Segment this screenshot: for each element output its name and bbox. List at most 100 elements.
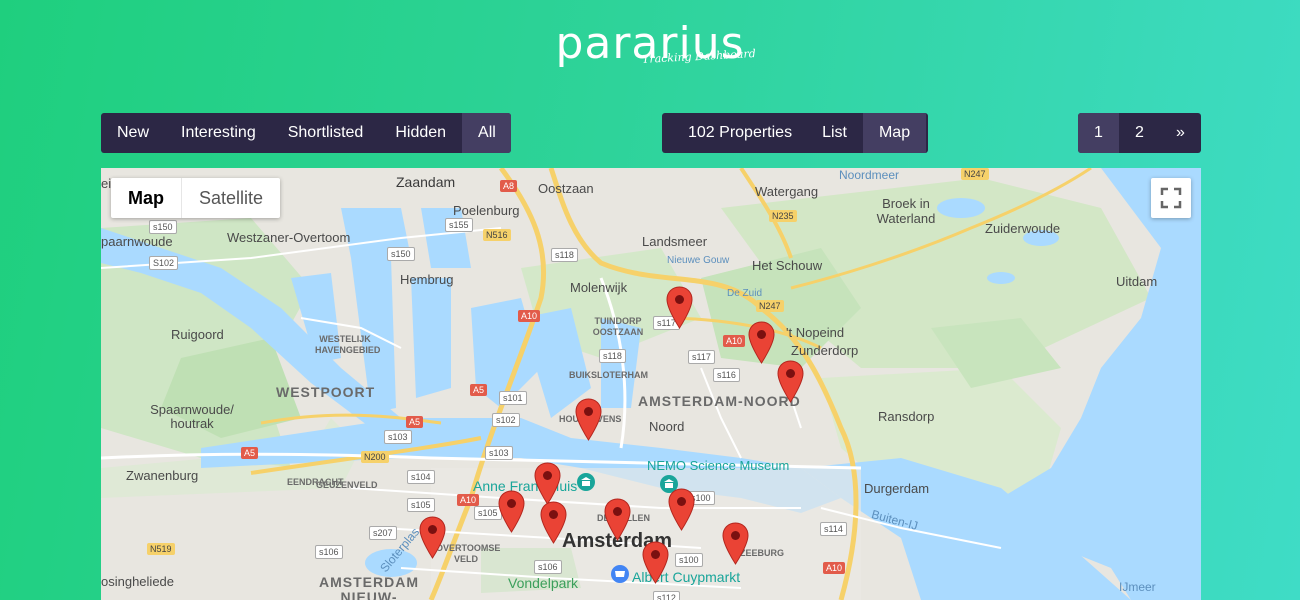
map-label-poelenburg: Poelenburg [453,203,520,218]
map-label-watergang: Watergang [755,184,819,199]
road-shield: s103 [485,446,513,460]
road-shield: s112 [653,591,680,600]
map-label-landsmeer: Landsmeer [642,234,708,249]
map-label-vondelpark: Vondelpark [508,575,579,591]
page-1-button[interactable]: 1 [1078,113,1119,153]
properties-count: 102 Properties [688,124,793,141]
map-view[interactable]: Map Satellite Zaandam Oostzaan Watergang… [101,168,1201,600]
property-pin[interactable] [498,490,525,533]
road-shield: N247 [756,300,784,312]
road-shield: A10 [723,335,746,347]
map-label-westelijk: WESTELIJK HAVENGEBIED [315,334,381,355]
map-label-noordmeer: Noordmeer [839,168,900,182]
filter-all[interactable]: All [462,113,511,153]
road-shield: N247 [961,168,989,180]
road-shield: s207 [369,526,397,540]
map-label-westpoort: WESTPOORT [276,384,376,400]
road-shield: s104 [407,470,435,484]
road-shield: A10 [518,310,541,322]
road-shield: N200 [361,451,389,463]
map-label-de-zuid: De Zuid [727,288,763,299]
property-pin[interactable] [666,286,693,329]
map-label-ijmeer: IJmeer [1119,580,1156,594]
road-shield: s106 [315,545,343,559]
road-shield: s106 [534,560,562,574]
road-shield: s100 [675,553,703,567]
map-label-zuiderwoude: Zuiderwoude [985,221,1061,236]
map-label-anne-frank: Anne Frank Huis [473,478,578,494]
map-label-amsterdam-nw: AMSTERDAM NIEUW-WEST [319,574,419,600]
map-label-spaarnwoude: Spaarnwoude/ houtrak [150,402,234,431]
view-group: 102 Properties List Map [662,113,928,153]
map-label-nopeind: 't Nopeind [786,325,845,340]
property-pin[interactable] [534,462,561,505]
road-shield: A10 [457,494,480,506]
road-shield: N235 [769,210,797,222]
road-shield: A5 [241,447,259,459]
map-label-buiksloterham: BUIKSLOTERHAM [569,370,648,380]
map-label-molenwijk: Molenwijk [570,280,628,295]
page-2-button[interactable]: 2 [1119,113,1160,153]
filter-new[interactable]: New [101,113,165,153]
road-shield: S102 [149,256,179,270]
property-pin[interactable] [642,541,669,584]
shopping-icon [611,565,629,583]
map-type-control: Map Satellite [111,178,281,218]
next-page-button[interactable]: » [1160,113,1201,153]
map-label-zunderdorp: Zunderdorp [791,343,859,358]
property-pin[interactable] [575,398,602,441]
property-pin[interactable] [777,360,804,403]
map-label-broek: Broek in Waterland [876,196,936,226]
map-label-uitdam: Uitdam [1116,274,1158,289]
filter-group: New Interesting Shortlisted Hidden All [101,113,511,153]
property-pin[interactable] [748,321,775,364]
property-pin[interactable] [668,488,695,531]
road-shield: A10 [823,562,846,574]
road-shield: s101 [499,391,527,405]
road-shield: s116 [713,368,740,382]
map-label-het-schouw: Het Schouw [752,258,823,273]
property-pin[interactable] [722,522,749,565]
map-label-ransdorp: Ransdorp [878,409,935,424]
map-label-oostzaan: Oostzaan [538,181,594,196]
property-pin[interactable] [540,501,567,544]
map-label-westzaner: Westzaner-Overtoom [227,230,351,245]
map-label-ruigoord: Ruigoord [171,327,224,342]
map-label-nemo: NEMO Science Museum [647,458,790,473]
map-type-map-button[interactable]: Map [111,178,181,218]
map-label-zaandam: Zaandam [396,174,456,190]
road-shield: s118 [599,349,626,363]
map-type-satellite-button[interactable]: Satellite [182,178,280,218]
road-shield: N516 [483,229,511,241]
map-label-noord: Noord [649,419,685,434]
view-list-button[interactable]: List [806,113,863,153]
map-label-zwanenburg: Zwanenburg [126,468,199,483]
road-shield: s105 [407,498,435,512]
property-pin[interactable] [419,516,446,559]
road-shield: A5 [470,384,488,396]
road-shield: s155 [445,218,473,232]
property-pin[interactable] [604,498,631,541]
map-label-osingheliede: osingheliede [101,574,175,589]
pagination: 1 2 » [1078,113,1201,153]
road-shield: N519 [147,543,175,555]
road-shield: s118 [551,248,578,262]
road-shield: A5 [406,416,424,428]
filter-shortlisted[interactable]: Shortlisted [272,113,380,153]
road-shield: A8 [500,180,518,192]
road-shield: s103 [384,430,412,444]
map-label-hembrug: Hembrug [400,272,454,287]
view-map-button[interactable]: Map [862,113,927,153]
fullscreen-icon [1160,187,1182,209]
road-shield: s102 [492,413,520,427]
map-label-tuindorp: TUINDORP OOSTZAAN [592,316,644,337]
filter-hidden[interactable]: Hidden [379,113,462,153]
map-label-nieuwe-gouw: Nieuwe Gouw [667,255,730,266]
fullscreen-button[interactable] [1151,178,1191,218]
filter-interesting[interactable]: Interesting [165,113,272,153]
road-shield: s150 [149,220,177,234]
museum-icon [577,473,595,491]
road-shield: s150 [387,247,415,261]
road-shield: s114 [820,522,847,536]
map-label-paarnwoude: paarnwoude [101,234,173,249]
